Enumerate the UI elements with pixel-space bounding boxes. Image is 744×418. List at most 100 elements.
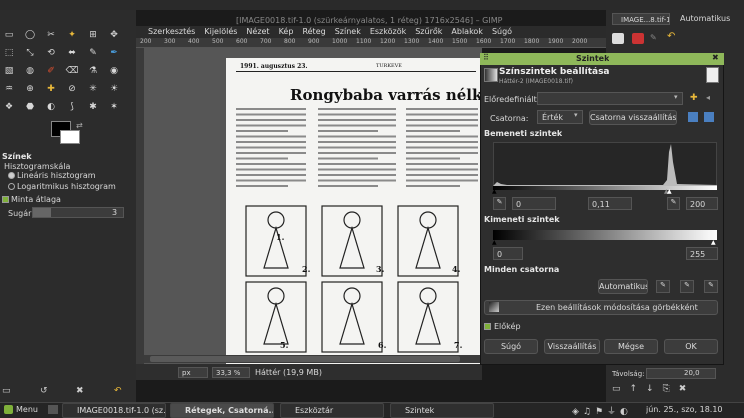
tool-icon[interactable]: ✂ <box>44 28 58 42</box>
menu-view[interactable]: Nézet <box>246 27 269 36</box>
dock-tab-paths-icon[interactable]: ✎ <box>650 33 662 44</box>
menu-windows[interactable]: Ablakok <box>451 27 483 36</box>
log-hist-icon[interactable] <box>704 112 714 122</box>
image-select[interactable]: IMAGE...8.tif-1 <box>612 13 670 25</box>
dialog-close-icon[interactable]: ✖ <box>712 53 719 62</box>
tool-icon[interactable]: ⚗ <box>86 64 100 78</box>
menu-select[interactable]: Kijelölés <box>204 27 237 36</box>
presets-combo[interactable] <box>537 92 683 105</box>
doll-frame <box>321 205 383 277</box>
output-white-handle[interactable]: ▲ <box>711 239 716 246</box>
task-levels[interactable]: Szintek <box>390 403 494 418</box>
clock: jún. 25., szo, 18.10 <box>646 405 723 414</box>
opacity-slider[interactable] <box>646 368 716 379</box>
tool-icon[interactable]: ◍ <box>23 64 37 78</box>
text-line <box>236 168 306 171</box>
menu-help[interactable]: Súgó <box>492 27 512 36</box>
tool-icon[interactable]: ⊘ <box>65 82 79 96</box>
tool-icon[interactable]: ✚ <box>44 82 58 96</box>
tool-icon[interactable]: ✱ <box>86 100 100 114</box>
tool-icon[interactable]: ◉ <box>107 64 121 78</box>
tool-icon[interactable]: ⊞ <box>86 28 100 42</box>
tool-icon[interactable]: ✎ <box>86 46 100 60</box>
tool-icon[interactable]: ⬚ <box>2 46 16 60</box>
tool-icon[interactable]: ⊕ <box>23 82 37 96</box>
tool-icon[interactable]: ⟲ <box>44 46 58 60</box>
cancel-button[interactable]: Mégse <box>604 339 658 354</box>
reset-button[interactable]: Visszaállítás <box>544 339 600 354</box>
tool-icon[interactable]: ✒ <box>107 46 121 60</box>
dock-tab-undo-icon[interactable]: ↶ <box>667 31 679 43</box>
help-button[interactable]: Súgó <box>484 339 538 354</box>
restore-options-icon[interactable]: ↺ <box>40 386 52 398</box>
dock-tab-channels-icon[interactable] <box>632 33 644 44</box>
show-desktop-icon[interactable] <box>48 405 58 414</box>
pick-gray-icon[interactable]: ✎ <box>680 280 694 293</box>
tool-icon[interactable]: ⤡ <box>23 46 37 60</box>
dock-tab-layers-icon[interactable] <box>612 33 624 44</box>
save-options-icon[interactable]: ▭ <box>2 386 14 398</box>
task-layers-dock[interactable]: Rétegek, Csatorná... <box>170 403 274 418</box>
tool-icon[interactable]: ✥ <box>107 28 121 42</box>
auto-button[interactable]: Automatikus <box>598 279 648 294</box>
preview-checkbox[interactable] <box>484 323 491 330</box>
pick-white-icon[interactable]: ✎ <box>704 280 718 293</box>
reset-channel-button[interactable]: Csatorna visszaállítása <box>589 110 677 125</box>
output-white-spin[interactable]: 255 <box>686 247 718 260</box>
menu-image[interactable]: Kép <box>279 27 294 36</box>
linear-radio[interactable] <box>8 172 15 179</box>
dialog-menu-icon[interactable]: ⠿ <box>483 53 489 62</box>
tool-icon[interactable]: ✦ <box>65 28 79 42</box>
delete-options-icon[interactable]: ✖ <box>76 386 88 398</box>
zoom-select[interactable]: 33,3 % <box>212 367 250 378</box>
tool-icon[interactable]: ◯ <box>23 28 37 42</box>
menu-filters[interactable]: Szűrők <box>415 27 442 36</box>
start-menu-button[interactable]: Menu <box>16 405 38 414</box>
swap-colors-icon[interactable]: ⇄ <box>76 121 83 130</box>
input-white-handle[interactable]: ▲ <box>667 188 672 195</box>
tool-icon[interactable]: ▧ <box>2 64 16 78</box>
gray-picker-icon[interactable]: ✎ <box>667 197 680 210</box>
tool-icon[interactable]: ❖ <box>2 100 16 114</box>
unit-select[interactable]: px <box>178 367 208 378</box>
input-black-handle[interactable]: ▲ <box>492 188 497 195</box>
menu-layer[interactable]: Réteg <box>302 27 325 36</box>
scrollbar-thumb[interactable] <box>150 356 460 362</box>
task-toolbox[interactable]: Eszköztár <box>280 403 384 418</box>
tool-icon[interactable]: ◐ <box>44 100 58 114</box>
ruler-label: 600 <box>236 38 248 45</box>
tool-icon[interactable]: ⬣ <box>23 100 37 114</box>
ruler-label: 1800 <box>524 38 540 45</box>
tool-icon[interactable]: ⬌ <box>65 46 79 60</box>
tool-icon[interactable]: ⌫ <box>65 64 79 78</box>
output-black-spin[interactable]: 0 <box>493 247 523 260</box>
reset-options-icon[interactable]: ↶ <box>114 386 126 398</box>
ruler-labels: 200 300 400 500 600 700 800 900 1000 1100 1200 1300… <box>136 38 606 48</box>
menu-tools[interactable]: Eszközök <box>370 27 406 36</box>
tool-icon[interactable]: ✐ <box>44 64 58 78</box>
tool-icon[interactable]: ⟆ <box>65 100 79 114</box>
tool-icon[interactable]: ✳ <box>86 82 100 96</box>
pick-black-icon[interactable]: ✎ <box>656 280 670 293</box>
linear-hist-icon[interactable] <box>688 112 698 122</box>
input-black-spin[interactable]: 0 <box>512 197 556 210</box>
task-gimp-image[interactable]: IMAGE0018.tif-1.0 (sz... <box>62 403 166 418</box>
input-gamma-spin[interactable]: 0,11 <box>588 197 632 210</box>
output-black-handle[interactable]: ▲ <box>492 239 497 246</box>
preset-menu-icon[interactable]: ◂ <box>706 93 710 102</box>
ok-button[interactable]: OK <box>664 339 718 354</box>
input-white-spin[interactable]: 200 <box>686 197 718 210</box>
menu-edit[interactable]: Szerkesztés <box>148 27 195 36</box>
log-radio[interactable] <box>8 183 15 190</box>
tool-icon[interactable]: ☀ <box>107 82 121 96</box>
tool-icon[interactable]: ✶ <box>107 100 121 114</box>
menu-colors[interactable]: Színek <box>335 27 361 36</box>
background-color-swatch[interactable] <box>60 130 80 144</box>
text-line <box>236 108 306 110</box>
sample-average-checkbox[interactable] <box>2 196 9 203</box>
add-preset-icon[interactable]: ✚ <box>690 93 698 103</box>
doll-body <box>415 225 441 269</box>
tool-icon[interactable]: ♒ <box>2 82 16 96</box>
tool-icon[interactable]: ▭ <box>2 28 16 42</box>
black-picker-icon[interactable]: ✎ <box>493 197 506 210</box>
